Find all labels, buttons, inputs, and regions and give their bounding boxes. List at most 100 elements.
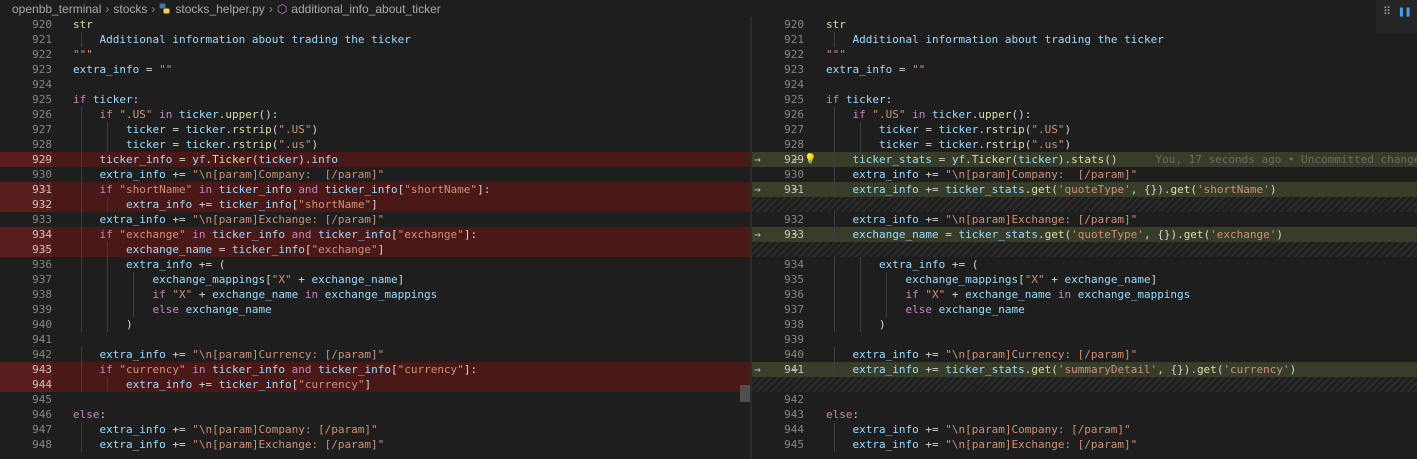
line-gutter: 938 (752, 317, 804, 332)
code-line[interactable]: 930 extra_info += "\n[param]Company: [/p… (0, 167, 750, 182)
code-line[interactable]: 924 (752, 77, 1417, 92)
code-line[interactable]: 921 Additional information about trading… (752, 32, 1417, 47)
line-gutter: 933 (0, 212, 52, 227)
diff-modified-pane[interactable]: 920 str 921 Additional information about t… (752, 17, 1417, 459)
code-line[interactable]: 939 else exchange_name (0, 302, 750, 317)
diff-filler[interactable] (752, 242, 1417, 257)
code-line[interactable]: 938 ) (752, 317, 1417, 332)
code-line[interactable]: 937 else exchange_name (752, 302, 1417, 317)
line-number: 927 (784, 123, 804, 136)
line-number: 936 (784, 288, 804, 301)
code-line[interactable]: 948 extra_info += "\n[param]Exchange: [/… (0, 437, 750, 452)
removed-line[interactable]: 929— ticker_info = yf.Ticker(ticker).inf… (0, 152, 750, 167)
diff-original-pane[interactable]: 920 str 921 Additional information about t… (0, 17, 750, 459)
code-line[interactable]: 945 extra_info += "\n[param]Exchange: [/… (752, 437, 1417, 452)
code-line[interactable]: 920 str (752, 17, 1417, 32)
added-line[interactable]: → 931 + extra_info += ticker_stats.get('qu… (752, 182, 1417, 197)
code-line[interactable]: 930 extra_info += "\n[param]Company: [/p… (752, 167, 1417, 182)
code-line[interactable]: 922 """ (0, 47, 750, 62)
code-line[interactable]: 934 extra_info += ( (752, 257, 1417, 272)
code-line[interactable]: 941 (0, 332, 750, 347)
code-text: extra_info += ticker_stats.get('quoteTyp… (852, 183, 1277, 196)
code-line[interactable]: 942 (752, 392, 1417, 407)
code-line[interactable]: 926 if ".US" in ticker.upper(): (752, 107, 1417, 122)
code-line[interactable]: 944 extra_info += "\n[param]Company: [/p… (752, 422, 1417, 437)
line-gutter (752, 377, 804, 392)
removed-line[interactable]: 943— if "currency" in ticker_info and ti… (0, 362, 750, 377)
removed-line[interactable]: 935— exchange_name = ticker_info["exchan… (0, 242, 750, 257)
code-line[interactable]: 928 ticker = ticker.rstrip(".us") (752, 137, 1417, 152)
line-gutter: 945 (0, 392, 52, 407)
line-gutter: 944— (0, 377, 52, 392)
code-line[interactable]: 924 (0, 77, 750, 92)
code-text: extra_info += "\n[param]Company: [/param… (852, 423, 1131, 436)
code-line[interactable]: 940 extra_info += "\n[param]Currency: [/… (752, 347, 1417, 362)
code-text: extra_info = "" (826, 63, 926, 76)
code-line[interactable]: 932 extra_info += "\n[param]Exchange: [/… (752, 212, 1417, 227)
line-number: 934 (784, 258, 804, 271)
code-line[interactable]: 927 ticker = ticker.rstrip(".US") (0, 122, 750, 137)
line-gutter: 928 (0, 137, 52, 152)
code-text: else exchange_name (905, 303, 1025, 316)
breadcrumb-item-symbol[interactable]: additional_info_about_ticker (291, 2, 440, 16)
line-gutter: 930 (752, 167, 804, 182)
code-line[interactable]: 940 ) (0, 317, 750, 332)
code-line[interactable]: 921 Additional information about trading… (0, 32, 750, 47)
line-gutter: 940 (0, 317, 52, 332)
breadcrumb-item-file[interactable]: stocks_helper.py (175, 2, 264, 16)
added-line[interactable]: → 941 + extra_info += ticker_stats.get('su… (752, 362, 1417, 377)
code-line[interactable]: 942 extra_info += "\n[param]Currency: [/… (0, 347, 750, 362)
removed-line[interactable]: 931— if "shortName" in ticker_info and t… (0, 182, 750, 197)
code-line[interactable]: 945 (0, 392, 750, 407)
breadcrumb-item-folder[interactable]: openbb_terminal (12, 2, 101, 16)
code-line[interactable]: 947 extra_info += "\n[param]Company: [/p… (0, 422, 750, 437)
line-gutter: → 929 + (752, 152, 804, 167)
added-line[interactable]: → 929 + 💡 ticker_stats = yf.Ticker(ticker).… (752, 152, 1417, 167)
removed-line[interactable]: 944— extra_info += ticker_info["currency… (0, 377, 750, 392)
diff-filler[interactable] (752, 197, 1417, 212)
code-line[interactable]: 926 if ".US" in ticker.upper(): (0, 107, 750, 122)
code-line[interactable]: 923 extra_info = "" (0, 62, 750, 77)
code-text: extra_info += "\n[param]Currency: [/para… (852, 348, 1138, 361)
code-line[interactable]: 920 str (0, 17, 750, 32)
code-line[interactable]: 927 ticker = ticker.rstrip(".US") (752, 122, 1417, 137)
diff-filler[interactable] (752, 377, 1417, 392)
code-line[interactable]: 933 extra_info += "\n[param]Exchange: [/… (0, 212, 750, 227)
line-gutter: 934— (0, 227, 52, 242)
code-text: extra_info += "\n[param]Currency: [/para… (99, 348, 385, 361)
removed-marker: — (41, 243, 48, 256)
code-line[interactable]: 935 exchange_mappings["X" + exchange_nam… (752, 272, 1417, 287)
line-number: 930 (784, 168, 804, 181)
code-text: if "X" + exchange_name in exchange_mappi… (905, 288, 1191, 301)
code-text: ) (126, 318, 133, 331)
code-text: extra_info += "\n[param]Exchange: [/para… (99, 213, 385, 226)
code-text: exchange_name = ticker_info["exchange"] (126, 243, 385, 256)
code-line[interactable]: 946 else: (0, 407, 750, 422)
code-line[interactable]: 923 extra_info = "" (752, 62, 1417, 77)
code-line[interactable]: 925 if ticker: (0, 92, 750, 107)
code-line[interactable]: 922 """ (752, 47, 1417, 62)
line-gutter (752, 242, 804, 257)
line-number: 920 (784, 18, 804, 31)
code-line[interactable]: 939 (752, 332, 1417, 347)
line-gutter: 934 (752, 257, 804, 272)
line-gutter: 932— (0, 197, 52, 212)
lightbulb-icon[interactable]: 💡 (804, 152, 816, 167)
chevron-right-icon: › (151, 1, 156, 16)
line-number: 940 (32, 318, 52, 331)
removed-line[interactable]: 932— extra_info += ticker_info["shortNam… (0, 197, 750, 212)
code-text: if ticker: (73, 93, 140, 106)
code-text: if ".US" in ticker.upper(): (852, 108, 1032, 121)
code-line[interactable]: 936 if "X" + exchange_name in exchange_m… (752, 287, 1417, 302)
code-line[interactable]: 943 else: (752, 407, 1417, 422)
scrollbar-thumb[interactable] (740, 385, 750, 402)
line-gutter: 923 (752, 62, 804, 77)
added-line[interactable]: → 933 + exchange_name = ticker_stats.get('… (752, 227, 1417, 242)
code-line[interactable]: 938 if "X" + exchange_name in exchange_m… (0, 287, 750, 302)
code-line[interactable]: 937 exchange_mappings["X" + exchange_nam… (0, 272, 750, 287)
code-line[interactable]: 928 ticker = ticker.rstrip(".us") (0, 137, 750, 152)
breadcrumb-item-folder[interactable]: stocks (113, 2, 147, 16)
code-line[interactable]: 925 if ticker: (752, 92, 1417, 107)
removed-line[interactable]: 934— if "exchange" in ticker_info and ti… (0, 227, 750, 242)
code-line[interactable]: 936 extra_info += ( (0, 257, 750, 272)
